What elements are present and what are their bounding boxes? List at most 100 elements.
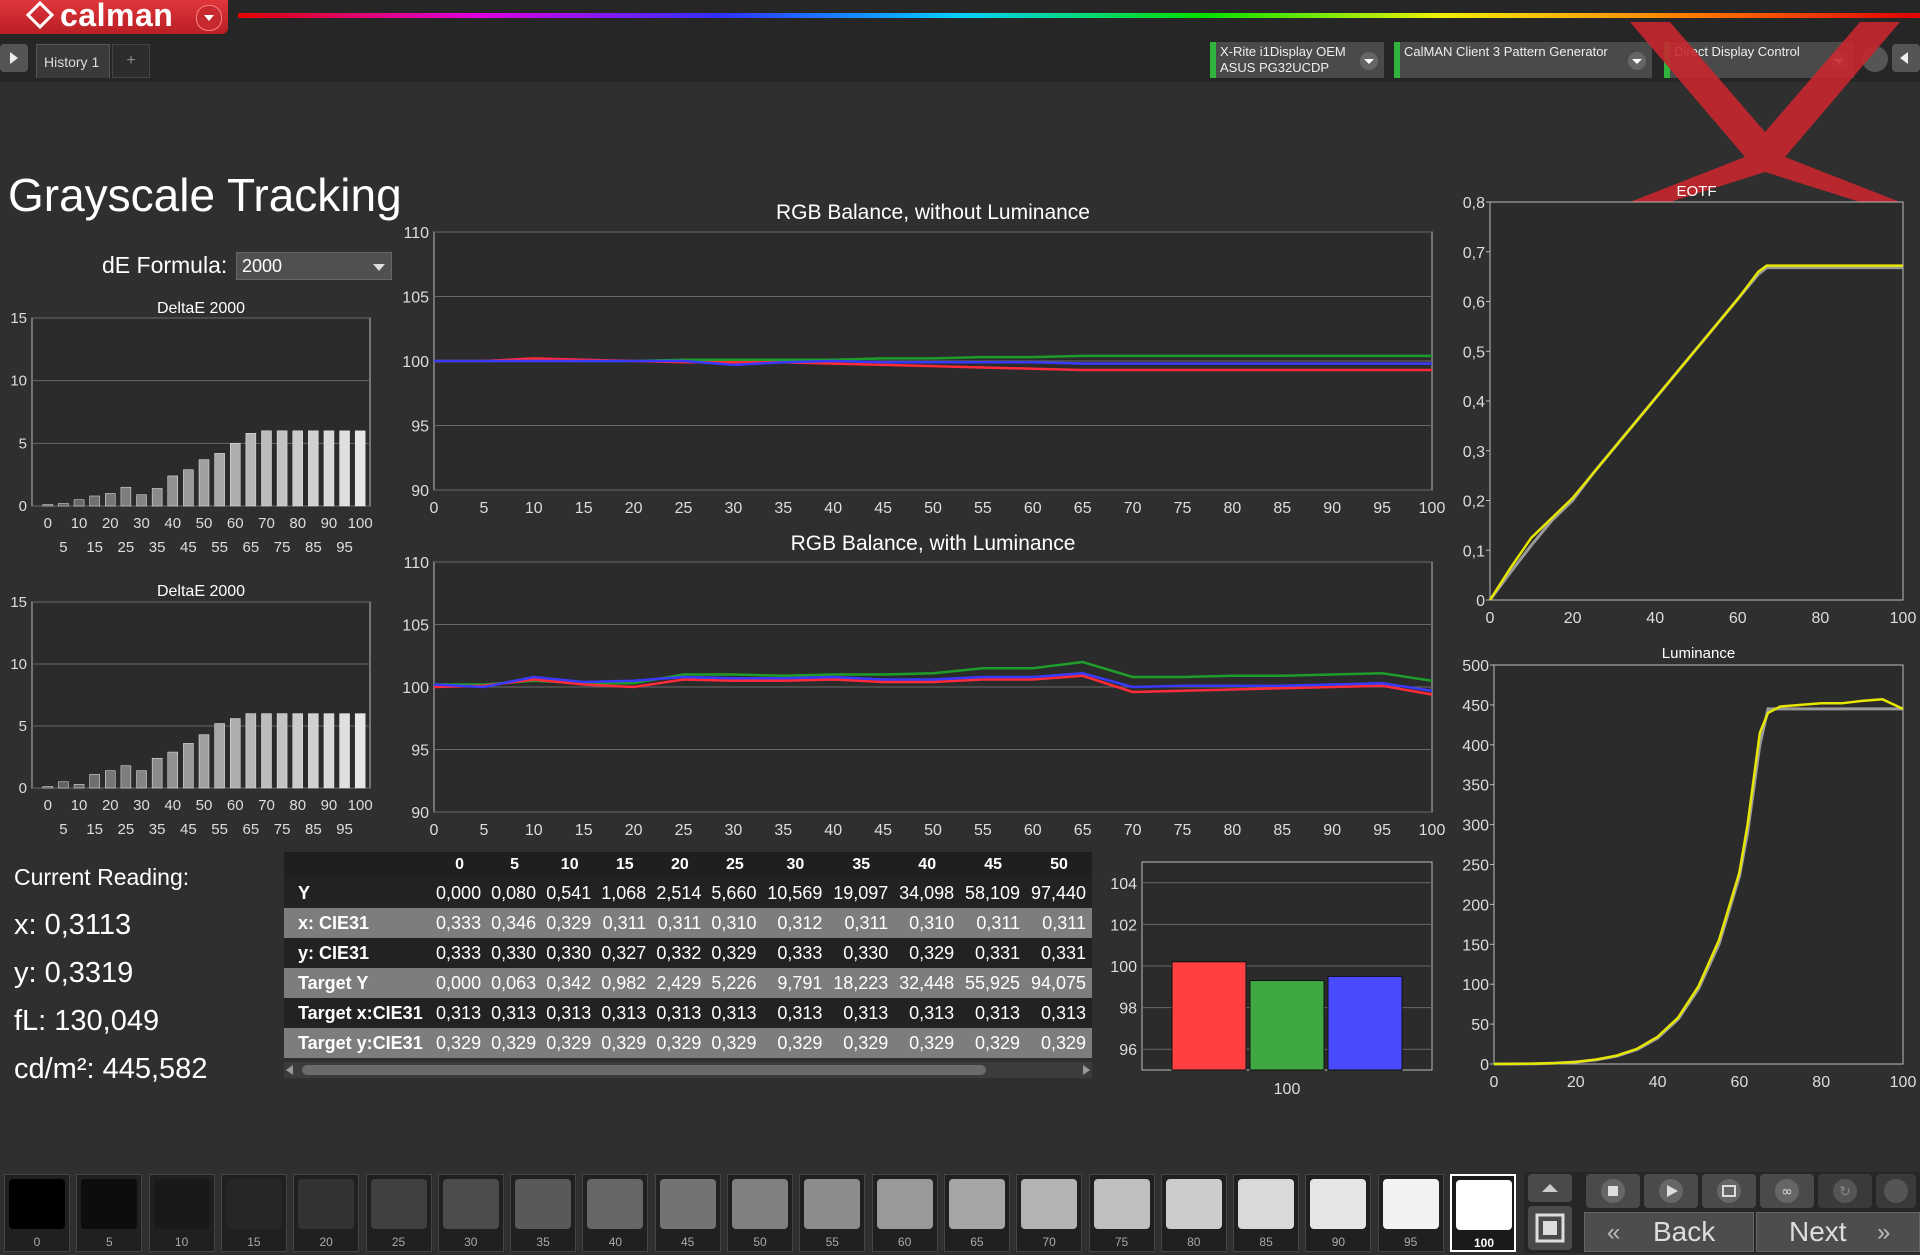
- x-tick-label: 15: [575, 500, 593, 517]
- app-menu-dropdown-icon[interactable]: [196, 5, 222, 31]
- patch-65[interactable]: 65: [943, 1174, 1010, 1252]
- table-cell: 0,313: [542, 998, 598, 1028]
- x-tick-label: 65: [243, 821, 260, 838]
- current-reading-title: Current Reading:: [14, 864, 190, 890]
- table-cell: 0,329: [894, 1028, 961, 1058]
- calman-logo[interactable]: calman: [0, 0, 228, 34]
- tab-history-1[interactable]: History 1: [36, 44, 110, 78]
- scroll-right-icon[interactable]: [1083, 1065, 1090, 1075]
- patch-swatch: [1310, 1179, 1367, 1229]
- patch-10[interactable]: 10: [148, 1174, 215, 1252]
- x-tick-label: 40: [164, 797, 181, 814]
- x-tick-label: 90: [321, 797, 338, 814]
- x-tick-label: 80: [289, 515, 306, 532]
- table-header-cell: 40: [894, 852, 961, 878]
- x-tick-label: 95: [1373, 500, 1391, 517]
- y-tick-label: 0,5: [1463, 344, 1485, 361]
- delta-e-bar: [183, 743, 194, 789]
- collapse-up-icon[interactable]: [1528, 1174, 1572, 1202]
- x-tick-label: 15: [575, 822, 593, 839]
- meter-device-selector[interactable]: X-Rite i1Display OEM ASUS PG32UCDP: [1210, 42, 1384, 78]
- back-button[interactable]: « Back: [1584, 1212, 1754, 1252]
- scrollbar-thumb[interactable]: [302, 1065, 986, 1075]
- x-tick-label: 75: [1174, 822, 1192, 839]
- de-formula-select[interactable]: 2000: [236, 252, 392, 280]
- y-tick-label: 110: [403, 225, 429, 242]
- watermark-logo: [1630, 22, 1900, 202]
- x-tick-label: 80: [1812, 1074, 1830, 1091]
- table-cell: 0,342: [542, 968, 598, 998]
- patch-30[interactable]: 30: [437, 1174, 504, 1252]
- patch-20[interactable]: 20: [293, 1174, 360, 1252]
- patch-15[interactable]: 15: [220, 1174, 287, 1252]
- x-tick-label: 20: [625, 500, 643, 517]
- patch-25[interactable]: 25: [365, 1174, 432, 1252]
- patch-70[interactable]: 70: [1016, 1174, 1083, 1252]
- delta-e-bar: [261, 713, 272, 789]
- options-icon[interactable]: [1876, 1174, 1916, 1208]
- patch-40[interactable]: 40: [582, 1174, 649, 1252]
- patch-90[interactable]: 90: [1305, 1174, 1372, 1252]
- table-cell: 0,310: [894, 908, 961, 938]
- continuous-measure-icon[interactable]: ∞: [1760, 1174, 1814, 1208]
- patch-5[interactable]: 5: [76, 1174, 143, 1252]
- measure-series-icon[interactable]: [1702, 1174, 1756, 1208]
- panel-expand-left-button[interactable]: [0, 44, 28, 72]
- x-tick-label: 100: [1890, 610, 1917, 627]
- patch-swatch: [1382, 1179, 1439, 1229]
- table-cell: 0,311: [597, 908, 653, 938]
- delta-e-bar: [229, 718, 241, 789]
- x-tick-label: 90: [321, 515, 338, 532]
- x-tick-label: 5: [59, 539, 67, 556]
- delta-e-bar: [214, 453, 225, 507]
- scroll-left-icon[interactable]: [286, 1065, 293, 1075]
- stop-measurement-icon[interactable]: [1528, 1206, 1572, 1250]
- delta-e-bar: [292, 713, 303, 789]
- delta-e-bar: [292, 430, 303, 507]
- patch-0[interactable]: 0: [4, 1174, 70, 1252]
- patch-60[interactable]: 60: [871, 1174, 938, 1252]
- y-tick-label: 500: [1462, 658, 1489, 675]
- x-tick-label: 55: [211, 821, 228, 838]
- table-row: Target x:CIE31 0,313 0,313 0,313 0,313 0,313 0…: [284, 998, 1092, 1028]
- patch-45[interactable]: 45: [654, 1174, 721, 1252]
- stop-icon[interactable]: [1586, 1174, 1640, 1208]
- y-tick-label: 0: [19, 780, 27, 797]
- table-header-cell: 50: [1026, 852, 1092, 878]
- x-tick-label: 55: [974, 500, 992, 517]
- patch-label: 30: [464, 1235, 478, 1249]
- add-tab-button[interactable]: +: [112, 44, 150, 78]
- delta-e-bar: [245, 433, 257, 507]
- patch-swatch: [587, 1179, 644, 1229]
- table-cell: 0,329: [432, 1028, 488, 1058]
- x-tick-label: 15: [86, 821, 103, 838]
- delta-e-bar: [261, 430, 272, 507]
- patch-35[interactable]: 35: [510, 1174, 577, 1252]
- patch-label: 20: [319, 1235, 333, 1249]
- table-horizontal-scrollbar[interactable]: [284, 1062, 1092, 1078]
- y-tick-label: 0,1: [1463, 543, 1485, 560]
- patch-55[interactable]: 55: [799, 1174, 866, 1252]
- chevron-down-icon[interactable]: [1360, 52, 1378, 70]
- x-tick-label: 80: [1224, 822, 1242, 839]
- table-cell: 1,068: [597, 878, 653, 908]
- rgb-bar: [1249, 980, 1325, 1071]
- refresh-icon[interactable]: ↻: [1818, 1174, 1872, 1208]
- patch-label: 40: [608, 1235, 623, 1249]
- play-measure-icon[interactable]: [1644, 1174, 1698, 1208]
- patch-80[interactable]: 80: [1160, 1174, 1227, 1252]
- table-cell: 0,329: [597, 1028, 653, 1058]
- patch-85[interactable]: 85: [1233, 1174, 1300, 1252]
- patch-100[interactable]: 100: [1450, 1174, 1516, 1252]
- y-tick-label: 10: [10, 656, 27, 673]
- patch-50[interactable]: 50: [727, 1174, 793, 1252]
- x-tick-label: 25: [675, 500, 693, 517]
- next-button[interactable]: Next »: [1756, 1212, 1920, 1252]
- patch-95[interactable]: 95: [1377, 1174, 1444, 1252]
- patch-75[interactable]: 75: [1088, 1174, 1155, 1252]
- table-header-cell: 0: [432, 852, 488, 878]
- table-cell: 0,312: [762, 908, 829, 938]
- table-cell: 0,327: [597, 938, 653, 968]
- table-header-cell: 10: [542, 852, 598, 878]
- source-device-selector[interactable]: CalMAN Client 3 Pattern Generator: [1394, 42, 1652, 78]
